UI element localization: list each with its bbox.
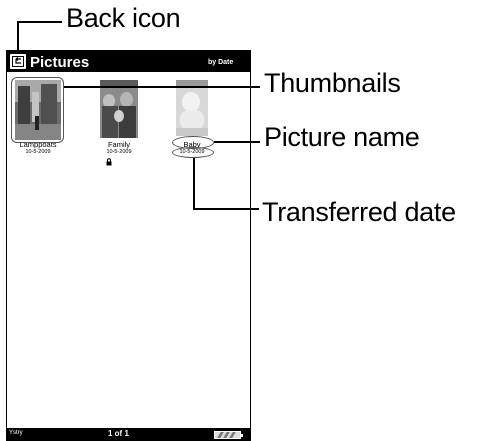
picture-date-lamppoats: 10-5-2009 <box>25 149 51 155</box>
page-title: Pictures <box>30 54 90 71</box>
callout-label-back-icon: Back icon <box>66 3 181 33</box>
callout-label-thumbnails: Thumbnails <box>264 68 401 98</box>
callout-line-back-horizontal <box>17 21 62 23</box>
callout-marker-thumbnail <box>11 77 64 143</box>
callout-line-date-vertical <box>193 158 195 210</box>
callout-line-picture-name <box>214 141 260 143</box>
battery-icon <box>214 431 243 439</box>
picture-date-family: 10-5-2009 <box>106 149 132 155</box>
page-indicator: 1 of 1 <box>108 429 129 438</box>
callout-label-picture-name: Picture name <box>264 122 420 152</box>
picture-name-family: Family <box>107 140 131 149</box>
signal-icon: Ystry <box>9 430 23 436</box>
callout-label-transferred-date: Transferred date <box>262 197 456 227</box>
callout-line-thumbnails <box>64 86 260 88</box>
lock-icon <box>106 158 112 166</box>
callout-line-date-horizontal <box>193 208 259 210</box>
thumbnail-baby[interactable] <box>176 80 208 136</box>
callout-marker-transferred-date <box>172 147 214 158</box>
thumbnail-family[interactable] <box>100 80 138 138</box>
callout-line-back-vertical <box>17 21 19 51</box>
sort-order-button[interactable]: by Date <box>208 59 233 66</box>
back-icon[interactable] <box>9 53 27 70</box>
